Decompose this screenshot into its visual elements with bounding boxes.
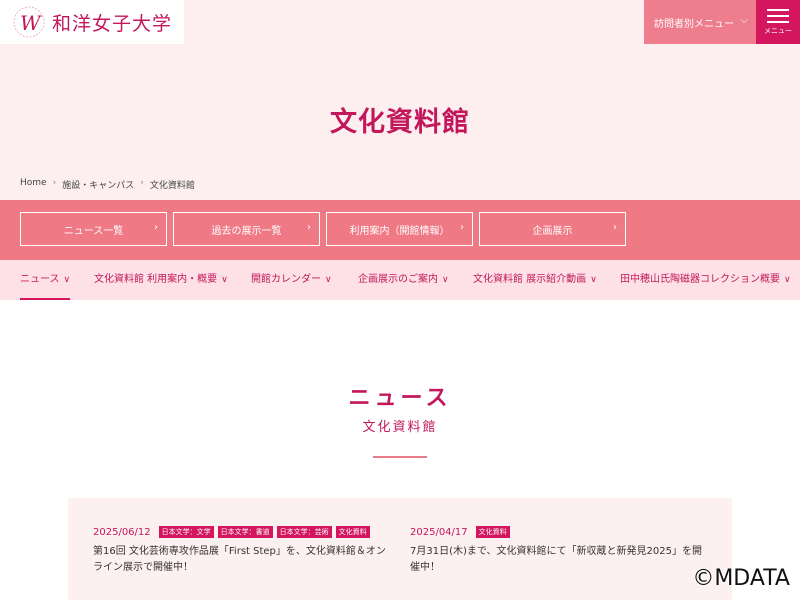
subnav-label: 田中穂山氏陶磁器コレクション概要 (620, 274, 780, 285)
subnav-label: 文化資料館 利用案内・概要 (94, 274, 218, 285)
category-tag[interactable]: 日本文学：文学 (158, 526, 214, 538)
band-link-label: ニュース一覧 (63, 225, 124, 237)
news-meta: 2025/06/12 日本文学：文学 日本文学：書道 日本文学：芸術 文化資料 (93, 526, 389, 538)
category-tag[interactable]: 日本文学：書道 (217, 526, 273, 538)
category-tag[interactable]: 文化資料 (475, 526, 510, 538)
breadcrumb-facilities-link[interactable]: 施設・キャンパス (62, 178, 134, 191)
chevron-right-icon: › (140, 178, 144, 188)
news-title[interactable]: 7月31日(木)まで、文化資料館にて「新収蔵と新発見2025」を開催中！ (410, 544, 706, 576)
chevron-down-icon: ∨ (221, 275, 228, 285)
logo-text: 和洋女子大学 (52, 12, 173, 35)
subnav-item-calendar[interactable]: 開館カレンダー ∨ (251, 260, 332, 300)
breadcrumb-home-link[interactable]: Home (20, 178, 47, 191)
news-list: 2025/06/12 日本文学：文学 日本文学：書道 日本文学：芸術 文化資料 … (68, 498, 732, 600)
sub-navigation: ニュース ∨ 文化資料館 利用案内・概要 ∨ 開館カレンダー ∨ 企画展示のご案内 ∨ … (0, 260, 800, 300)
past-exhibitions-button[interactable]: 過去の展示一覧 › (173, 212, 320, 246)
chevron-down-icon: ⌵ (740, 15, 748, 26)
subnav-item-guide[interactable]: 文化資料館 利用案内・概要 ∨ (94, 260, 228, 300)
band-link-label: 利用案内（開館情報） (349, 225, 450, 237)
news-date: 2025/06/12 (93, 526, 151, 538)
visitor-menu-label: 訪問者別メニュー (654, 18, 734, 30)
chevron-down-icon: ∨ (325, 275, 332, 285)
category-tag[interactable]: 日本文学：芸術 (276, 526, 332, 538)
copyright-watermark: ©MDATA (692, 566, 790, 591)
news-meta: 2025/04/17 文化資料 (410, 526, 706, 538)
section-divider (373, 456, 427, 458)
hamburger-icon (767, 9, 789, 23)
visitor-menu-button[interactable]: 訪問者別メニュー ⌵ (644, 0, 756, 44)
news-title[interactable]: 第16回 文化芸術専攻作品展「First Step」を、文化資料館＆オンライン展… (93, 544, 389, 576)
svg-text:W: W (20, 11, 42, 35)
subnav-item-videos[interactable]: 文化資料館 展示紹介動画 ∨ (473, 260, 597, 300)
chevron-down-icon: ∨ (442, 275, 449, 285)
category-tag[interactable]: 文化資料 (335, 526, 370, 538)
chevron-right-icon: › (52, 178, 57, 188)
logo-emblem-icon: W (13, 6, 45, 38)
quick-links-band: ニュース一覧 › 過去の展示一覧 › 利用案内（開館情報） › 企画展示 › (0, 200, 800, 260)
page-title: 文化資料館 (330, 107, 470, 138)
band-link-label: 企画展示 (532, 225, 573, 237)
special-exhibition-button[interactable]: 企画展示 › (479, 212, 626, 246)
news-item[interactable]: 2025/06/12 日本文学：文学 日本文学：書道 日本文学：芸術 文化資料 … (93, 526, 389, 576)
chevron-right-icon: › (307, 222, 311, 233)
subnav-item-exhibition-info[interactable]: 企画展示のご案内 ∨ (358, 260, 449, 300)
band-link-label: 過去の展示一覧 (211, 225, 282, 237)
chevron-right-icon: › (613, 222, 617, 233)
breadcrumb-current: 文化資料館 (149, 181, 195, 191)
chevron-down-icon: ∨ (784, 275, 791, 285)
section-subtitle: 文化資料館 (362, 420, 438, 435)
section-title: ニュース (348, 385, 452, 411)
subnav-label: 文化資料館 展示紹介動画 (473, 274, 587, 285)
chevron-down-icon: ∨ (590, 275, 597, 285)
menu-label: メニュー (764, 27, 792, 35)
usage-guide-button[interactable]: 利用案内（開館情報） › (326, 212, 473, 246)
news-date: 2025/04/17 (410, 526, 468, 538)
subnav-label: 開館カレンダー (251, 274, 321, 285)
subnav-item-news[interactable]: ニュース ∨ (20, 260, 71, 300)
news-list-button[interactable]: ニュース一覧 › (20, 212, 167, 246)
chevron-down-icon: ∨ (63, 275, 71, 285)
subnav-label: 企画展示のご案内 (358, 274, 438, 285)
chevron-right-icon: › (460, 222, 464, 233)
news-item[interactable]: 2025/04/17 文化資料 7月31日(木)まで、文化資料館にて「新収蔵と新… (410, 526, 706, 576)
chevron-right-icon: › (154, 222, 158, 233)
breadcrumb: Home › 施設・キャンパス › 文化資料館 (20, 178, 195, 191)
site-logo[interactable]: W 和洋女子大学 (0, 0, 184, 44)
subnav-item-collection[interactable]: 田中穂山氏陶磁器コレクション概要 ∨ (620, 260, 791, 300)
subnav-label: ニュース (20, 274, 60, 285)
hamburger-menu-button[interactable]: メニュー (756, 0, 800, 44)
